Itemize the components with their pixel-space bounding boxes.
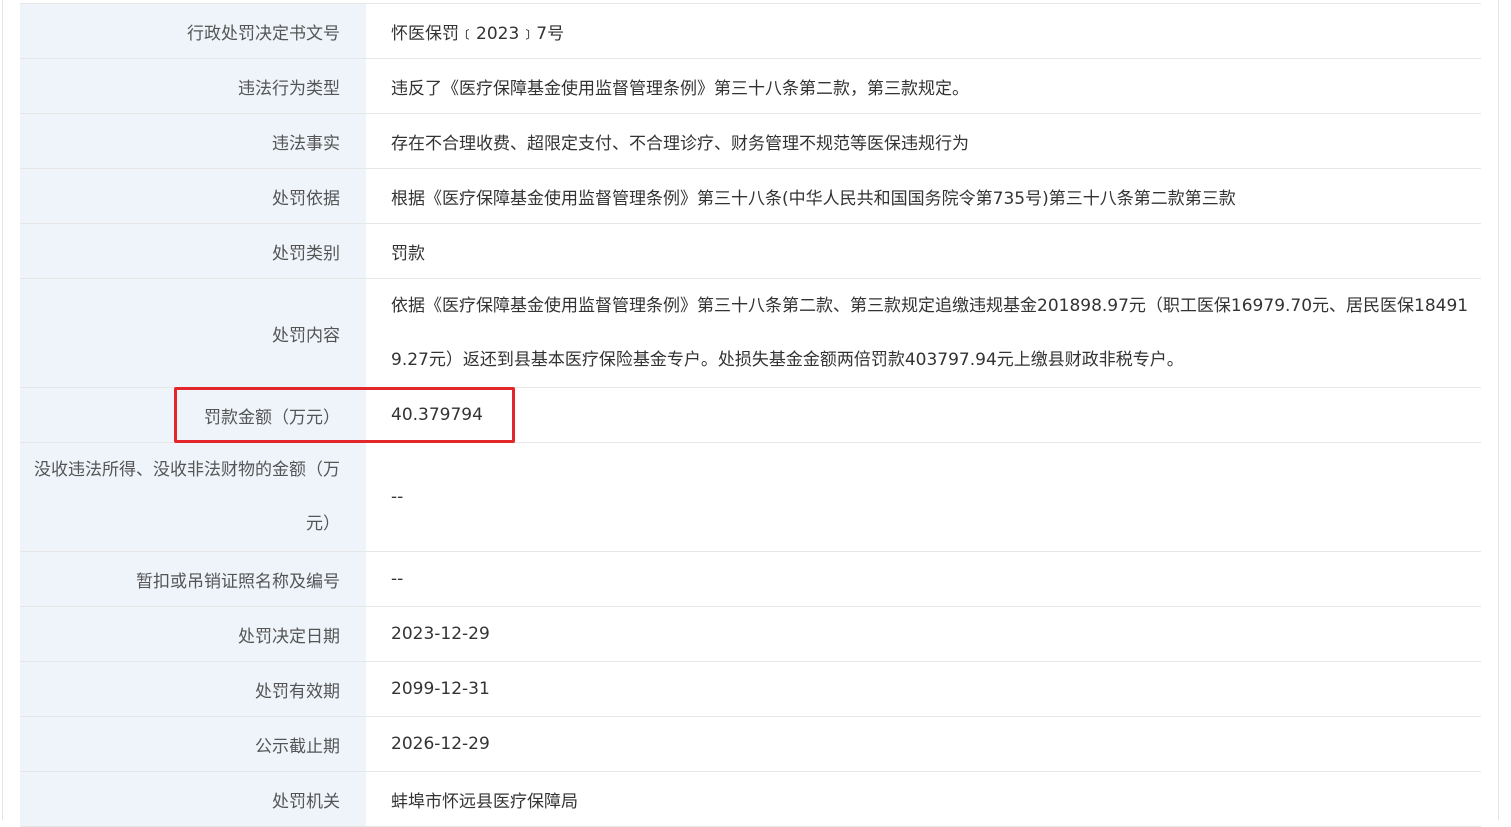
row-label-decision-date: 处罚决定日期 [20, 606, 366, 662]
row-value-penalty-authority: 蚌埠市怀远县医疗保障局 [366, 771, 1481, 827]
table-row: 处罚类别 罚款 [20, 223, 1481, 279]
row-label-penalty-authority: 处罚机关 [20, 771, 366, 827]
table-row: 处罚依据 根据《医疗保障基金使用监督管理条例》第三十八条(中华人民共和国国务院令… [20, 168, 1481, 224]
table-row: 处罚有效期 2099-12-31 [20, 661, 1481, 717]
row-value-violation-facts: 存在不合理收费、超限定支付、不合理诊疗、财务管理不规范等医保违规行为 [366, 113, 1481, 169]
row-value-penalty-basis: 根据《医疗保障基金使用监督管理条例》第三十八条(中华人民共和国国务院令第735号… [366, 168, 1481, 224]
table-row: 违法事实 存在不合理收费、超限定支付、不合理诊疗、财务管理不规范等医保违规行为 [20, 113, 1481, 169]
row-value-decision-date: 2023-12-29 [366, 606, 1481, 662]
table-row: 违法行为类型 违反了《医疗保障基金使用监督管理条例》第三十八条第二款，第三款规定… [20, 58, 1481, 114]
row-label-penalty-content: 处罚内容 [20, 278, 366, 388]
row-label-publicity-deadline: 公示截止期 [20, 716, 366, 772]
row-value-valid-until: 2099-12-31 [366, 661, 1481, 717]
penalty-detail-table: 行政处罚决定书文号 怀医保罚﹝2023﹞7号 违法行为类型 违反了《医疗保障基金… [20, 3, 1481, 827]
table-row: 行政处罚决定书文号 怀医保罚﹝2023﹞7号 [20, 3, 1481, 59]
row-value-penalty-content: 依据《医疗保障基金使用监督管理条例》第三十八条第二款、第三款规定追缴违规基金20… [366, 278, 1481, 388]
row-value-license-revocation: -- [366, 551, 1481, 607]
row-value-document-number: 怀医保罚﹝2023﹞7号 [366, 3, 1481, 59]
row-label-violation-facts: 违法事实 [20, 113, 366, 169]
row-label-confiscation-amount: 没收违法所得、没收非法财物的金额（万元） [20, 442, 366, 552]
row-value-fine-amount: 40.379794 [366, 387, 1481, 443]
table-row: 处罚机关 蚌埠市怀远县医疗保障局 [20, 771, 1481, 827]
table-row: 暂扣或吊销证照名称及编号 -- [20, 551, 1481, 607]
table-row: 处罚决定日期 2023-12-29 [20, 606, 1481, 662]
row-label-penalty-basis: 处罚依据 [20, 168, 366, 224]
table-row: 没收违法所得、没收非法财物的金额（万元） -- [20, 442, 1481, 552]
row-label-penalty-category: 处罚类别 [20, 223, 366, 279]
table-row: 罚款金额（万元） 40.379794 [20, 387, 1481, 443]
row-label-document-number: 行政处罚决定书文号 [20, 3, 366, 59]
row-label-violation-type: 违法行为类型 [20, 58, 366, 114]
table-row: 处罚内容 依据《医疗保障基金使用监督管理条例》第三十八条第二款、第三款规定追缴违… [20, 278, 1481, 388]
row-label-valid-until: 处罚有效期 [20, 661, 366, 717]
row-label-license-revocation: 暂扣或吊销证照名称及编号 [20, 551, 366, 607]
row-value-penalty-category: 罚款 [366, 223, 1481, 279]
row-value-violation-type: 违反了《医疗保障基金使用监督管理条例》第三十八条第二款，第三款规定。 [366, 58, 1481, 114]
row-label-fine-amount: 罚款金额（万元） [20, 387, 366, 443]
row-value-confiscation-amount: -- [366, 442, 1481, 552]
table-row: 公示截止期 2026-12-29 [20, 716, 1481, 772]
row-value-publicity-deadline: 2026-12-29 [366, 716, 1481, 772]
